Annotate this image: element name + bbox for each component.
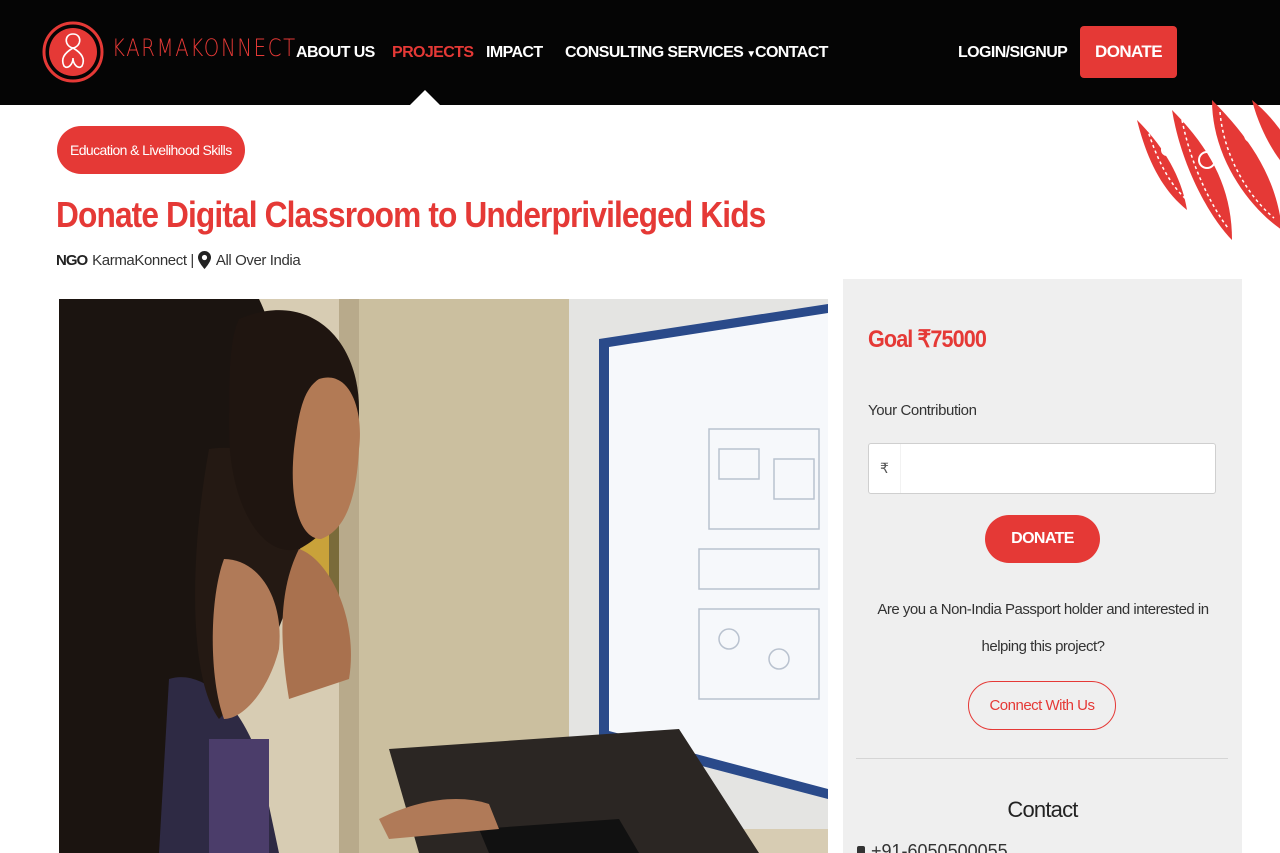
nav-about-us[interactable]: ABOUT US — [296, 44, 375, 62]
goal-label: Goal — [868, 326, 913, 353]
goal-amount: Goal ₹75000 — [868, 325, 987, 354]
contribution-label: Your Contribution — [868, 402, 977, 419]
donation-panel: Goal ₹75000 Your Contribution ₹ DONATE A… — [843, 279, 1242, 853]
login-signup-link[interactable]: LOGIN/SIGNUP — [958, 44, 1068, 62]
project-meta: NGO KarmaKonnect | All Over India — [56, 251, 301, 269]
nav-impact[interactable]: IMPACT — [486, 44, 543, 62]
nav-consulting-label: CONSULTING SERVICES — [565, 44, 744, 61]
mandala-decoration-icon — [1130, 100, 1280, 245]
project-photo — [59, 299, 828, 853]
contribution-field[interactable]: ₹ — [868, 443, 1216, 494]
top-navbar: KARMAKONNECT ABOUT US PROJECTS IMPACT CO… — [0, 0, 1280, 105]
project-title: Donate Digital Classroom to Underprivile… — [56, 194, 766, 235]
contact-phone[interactable]: +91-6050500055 — [857, 841, 1008, 853]
rupee-icon: ₹ — [869, 444, 901, 493]
nav-projects[interactable]: PROJECTS — [392, 44, 474, 62]
contribution-input[interactable] — [901, 444, 1215, 493]
contact-heading: Contact — [1007, 797, 1078, 822]
active-nav-pointer — [410, 90, 440, 105]
karmakonnect-logo-icon[interactable] — [42, 8, 104, 96]
ngo-name[interactable]: KarmaKonnect | — [92, 252, 194, 269]
connect-with-us-button[interactable]: Connect With Us — [968, 681, 1116, 730]
phone-number: +91-6050500055 — [871, 841, 1008, 853]
header-donate-button[interactable]: DONATE — [1080, 26, 1177, 78]
goal-currency: ₹ — [917, 326, 932, 353]
panel-donate-button[interactable]: DONATE — [985, 515, 1100, 563]
panel-divider — [856, 758, 1228, 759]
goal-value: 75000 — [930, 326, 986, 353]
ngo-tag: NGO — [56, 251, 88, 269]
phone-icon — [857, 845, 865, 853]
nav-consulting-services[interactable]: CONSULTING SERVICES ▼ — [565, 44, 756, 62]
category-badge[interactable]: Education & Livelihood Skills — [57, 126, 245, 174]
non-india-passport-text: Are you a Non-India Passport holder and … — [877, 601, 1209, 655]
nav-contact[interactable]: CONTACT — [755, 44, 828, 62]
logo-text[interactable]: KARMAKONNECT — [112, 34, 297, 62]
location-pin-icon — [197, 251, 211, 269]
project-location: All Over India — [215, 251, 301, 269]
